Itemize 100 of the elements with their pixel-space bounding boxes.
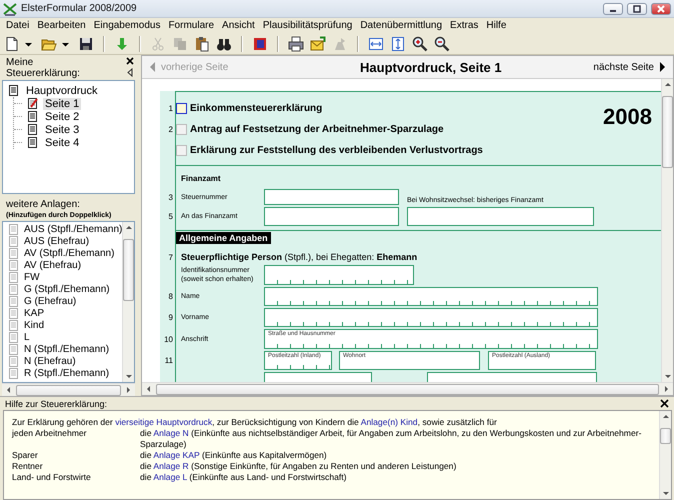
help-link[interactable]: Anlage KAP — [153, 450, 200, 460]
document-icon — [7, 258, 20, 272]
line-number: 1 — [168, 104, 173, 113]
menu-item[interactable]: Formulare — [164, 20, 218, 31]
input-field[interactable] — [264, 265, 414, 285]
checkbox[interactable] — [176, 145, 187, 156]
help-text: die Anlage R (Sonstige Einkünfte, für Angaben zu Renten und anderen Leistungen) — [140, 461, 458, 472]
section-heading: Finanzamt — [181, 174, 222, 183]
vertical-scrollbar[interactable] — [659, 411, 671, 499]
input-field[interactable] — [264, 372, 372, 382]
printer-icon[interactable] — [288, 36, 304, 52]
line-number: 5 — [168, 212, 173, 221]
checkbox[interactable] — [176, 103, 187, 114]
list-item[interactable]: N (Stpfl./Ehemann) — [24, 344, 110, 354]
help-link[interactable]: Anlage N — [153, 428, 189, 438]
menu-item[interactable]: Bearbeiten — [33, 20, 90, 31]
document-icon — [7, 366, 20, 380]
page-title: Hauptvordruck, Seite 1 — [359, 60, 503, 74]
tree-item[interactable]: Seite 3 — [43, 124, 82, 136]
help-link[interactable]: Anlage R — [153, 461, 189, 471]
horizontal-scrollbar[interactable] — [2, 383, 135, 396]
close-icon — [656, 4, 666, 12]
app-icon — [3, 2, 17, 16]
tree-item[interactable]: Hauptvordruck — [24, 84, 100, 96]
line-number: 2 — [168, 125, 173, 134]
list-item[interactable]: N (Ehefrau) — [24, 356, 76, 366]
help-link[interactable]: Anlage L — [153, 472, 187, 482]
scrollbar-thumb[interactable] — [123, 239, 134, 301]
help-label: jeden Arbeitnehmer — [12, 428, 88, 440]
list-item[interactable]: KAP — [24, 308, 44, 318]
line-number: 10 — [163, 334, 173, 344]
section-banner: Allgemeine Angaben — [176, 232, 271, 244]
document-icon — [26, 123, 39, 136]
vertical-scrollbar[interactable] — [122, 222, 134, 382]
zoom-in-icon[interactable] — [412, 36, 428, 52]
fit-height-icon[interactable] — [390, 36, 406, 52]
document-icon — [7, 354, 20, 368]
list-item[interactable]: G (Stpfl./Ehemann) — [24, 284, 110, 294]
help-text: die Anlage KAP (Einkünfte aus Kapitalvermögen) — [140, 450, 328, 461]
line-number: 3 — [168, 192, 173, 202]
list-item[interactable]: AV (Stpfl./Ehemann) — [24, 248, 114, 258]
menu-item[interactable]: Extras — [446, 20, 482, 31]
input-field[interactable] — [264, 308, 598, 327]
next-page-link[interactable]: nächste Seite — [593, 61, 667, 73]
tree-item[interactable]: Seite 2 — [43, 110, 82, 122]
scrollbar-thumb[interactable] — [662, 96, 673, 168]
list-item[interactable]: AV (Ehefrau) — [24, 260, 82, 270]
panel-title: Meine Steuererklärung: — [6, 57, 81, 79]
list-item[interactable]: Kind — [24, 320, 44, 330]
line-number: 8 — [168, 292, 173, 301]
envelope-icon[interactable] — [310, 36, 326, 52]
checkbox[interactable] — [176, 124, 187, 135]
list-item[interactable]: R (Stpfl./Ehemann) — [24, 368, 110, 378]
clipboard-icon[interactable] — [194, 36, 210, 52]
document-icon — [26, 136, 39, 149]
vertical-scrollbar[interactable] — [661, 79, 673, 382]
scrollbar-thumb[interactable] — [660, 428, 671, 444]
new-document-icon[interactable] — [4, 36, 20, 52]
input-field[interactable] — [264, 207, 399, 226]
collapse-icon[interactable] — [126, 68, 134, 77]
close-icon[interactable] — [660, 399, 669, 408]
help-label: Rentner — [12, 461, 44, 472]
horizontal-scrollbar[interactable] — [142, 382, 673, 395]
scrollbar-thumb[interactable] — [156, 384, 659, 394]
list-item[interactable]: AUS (Stpfl./Ehemann) — [24, 224, 122, 234]
menu-item[interactable]: Eingabemodus — [90, 20, 164, 31]
menu-item[interactable]: Datenübermittlung — [356, 20, 446, 31]
close-button[interactable] — [651, 2, 671, 14]
document-icon — [7, 330, 20, 344]
help-link[interactable]: Anlage(n) Kind — [360, 417, 418, 427]
left-triangle-icon — [148, 61, 156, 73]
tree-item[interactable]: Seite 1 — [43, 98, 82, 110]
close-icon[interactable] — [126, 57, 134, 65]
menu-item[interactable]: Plausibilitätsprüfung — [258, 20, 356, 31]
menu-item[interactable]: Ansicht — [218, 20, 259, 31]
fit-width-icon[interactable] — [368, 36, 384, 52]
menu-item[interactable]: Datei — [2, 20, 34, 31]
list-item[interactable]: G (Ehefrau) — [24, 296, 76, 306]
line-number: 7 — [168, 252, 173, 262]
help-link[interactable]: vierseitige Hauptvordruck — [115, 417, 212, 427]
section-heading: weitere Anlagen: — [6, 199, 81, 210]
list-item[interactable]: AUS (Ehefrau) — [24, 236, 90, 246]
minimize-button[interactable] — [603, 2, 623, 14]
document-icon — [7, 234, 20, 248]
menu-item[interactable]: Hilfe — [482, 20, 510, 31]
document-icon — [7, 306, 20, 320]
input-field[interactable] — [427, 372, 597, 382]
input-field[interactable] — [264, 287, 598, 306]
input-field[interactable] — [264, 189, 399, 205]
form-year: 2008 — [603, 103, 653, 131]
document-icon — [7, 282, 20, 296]
zoom-out-icon[interactable] — [434, 36, 450, 52]
input-field[interactable] — [407, 207, 594, 226]
book-icon[interactable] — [252, 36, 268, 52]
list-item[interactable]: L — [24, 332, 30, 342]
maximize-button[interactable] — [627, 2, 647, 14]
scrollbar-thumb[interactable] — [16, 384, 121, 396]
tree-item[interactable]: Seite 4 — [43, 136, 82, 148]
list-item[interactable]: FW — [24, 272, 40, 282]
right-triangle-icon — [659, 61, 667, 73]
